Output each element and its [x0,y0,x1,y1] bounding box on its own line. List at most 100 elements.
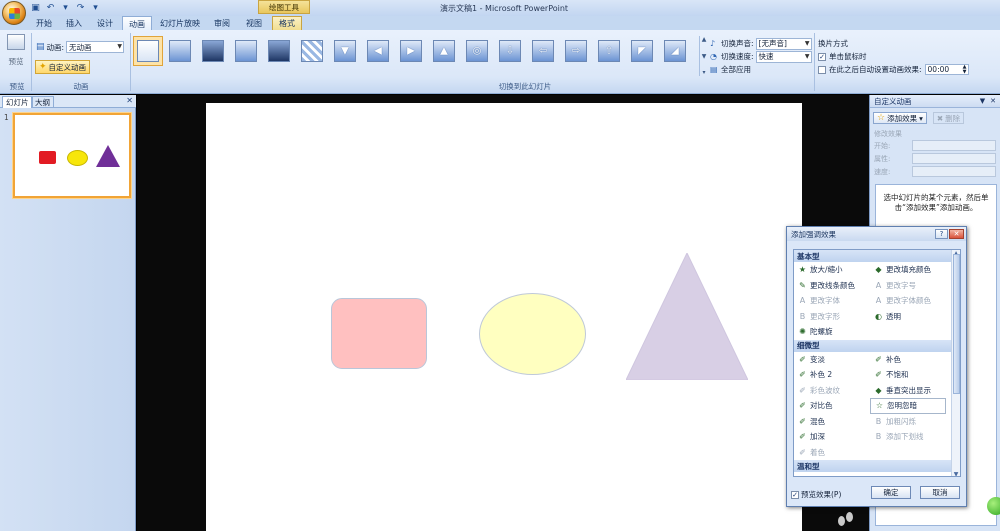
effect-item[interactable]: ✐ 变淡 [794,352,870,368]
close-icon[interactable]: ✕ [949,229,964,239]
effect-item[interactable]: ✐ 不饱和 [870,367,946,383]
effect-item[interactable]: ◆ 垂直突出显示 [870,383,946,399]
close-icon[interactable]: ✕ [126,96,133,105]
triangle-shape[interactable] [626,253,748,380]
transition-cut-black-thumb[interactable] [264,36,294,66]
transition-wipe-left-thumb[interactable]: ◀ [363,36,393,66]
effect-item[interactable]: ✐ 加深 [794,429,870,445]
tab-view[interactable]: 视图 [242,16,266,30]
transition-wipe-down-thumb[interactable]: ▼ [330,36,360,66]
tab-insert[interactable]: 插入 [62,16,86,30]
effect-item[interactable]: ★ 放大/缩小 [794,262,870,278]
help-icon[interactable]: ? [935,229,948,239]
transition-fade-thumb[interactable] [165,36,195,66]
animation-select[interactable]: 无动画 ▼ [66,41,125,53]
transition-push-up-thumb[interactable]: ⇧ [594,36,624,66]
customize-qat-icon[interactable]: ▾ [90,2,101,13]
spin-icon[interactable]: ▲ ▼ [963,65,967,75]
effect-icon: ✎ [799,280,806,290]
apply-all-button[interactable]: ▤ 全部应用 [710,63,812,76]
slide-canvas[interactable] [206,103,802,531]
sound-select[interactable]: [无声音] ▼ [755,37,812,50]
scroll-down-icon[interactable]: ▼ [954,471,959,476]
tab-review[interactable]: 审阅 [210,16,234,30]
on-click-option[interactable]: ✓ 单击鼠标时 [818,50,969,63]
ellipse-shape[interactable] [479,293,586,375]
time-input[interactable]: 00:00 ▲ ▼ [924,64,969,75]
tab-animations[interactable]: 动画 [122,16,152,31]
transition-fade-black-thumb[interactable] [198,36,228,66]
qat-dropdown-icon[interactable]: ▾ [60,2,71,13]
undo-icon[interactable]: ↶ [45,2,56,13]
title-bar: ▣ ↶ ▾ ↷ ▾ 绘图工具 演示文稿1 - Microsoft PowerPo… [0,0,1000,25]
transition-wipe-up-thumb[interactable]: ▲ [429,36,459,66]
rounded-rectangle-shape[interactable] [331,298,427,369]
scroll-up-icon[interactable]: ▲ [702,36,707,43]
effect-label: 更改填充颜色 [886,265,931,275]
transition-push-right-thumb[interactable]: ⇨ [561,36,591,66]
gallery-more-icon[interactable]: ▾ [702,69,705,76]
paw-watermark [838,512,858,531]
effect-item[interactable]: ✐ 彩色波纹 [794,383,870,399]
transition-push-left-thumb[interactable]: ⇦ [528,36,558,66]
preview-button[interactable]: 预览 [4,34,28,76]
transition-wipe-right-thumb[interactable]: ▶ [396,36,426,66]
add-effect-button[interactable]: ☆ 添加效果 ▾ [873,112,927,124]
tab-slides[interactable]: 幻灯片 [2,96,33,108]
slide-thumbnail[interactable] [13,113,131,198]
start-select[interactable] [912,140,996,151]
effect-item[interactable]: ☆ 忽明忽暗 [870,398,946,414]
tab-outline[interactable]: 大纲 [31,96,54,108]
auto-after-checkbox[interactable] [818,65,826,74]
effect-icon: ✐ [799,401,806,411]
gallery-scroll[interactable]: ▲ ▼ ▾ [699,36,708,76]
effect-item[interactable]: A 更改字体颜色 [870,293,946,309]
transition-cover-thumb[interactable]: ◤ [627,36,657,66]
transition-dissolve-thumb[interactable] [297,36,327,66]
transition-cut-thumb[interactable] [231,36,261,66]
scroll-down-icon[interactable]: ▼ [702,53,707,60]
effect-item[interactable]: ✐ 补色 [870,352,946,368]
speed-select-pane[interactable] [912,166,996,177]
close-icon[interactable]: ✕ [990,97,996,105]
office-button[interactable] [2,1,26,25]
effect-item[interactable]: ✐ 补色 2 [794,367,870,383]
transition-push-down-thumb[interactable]: ⇩ [495,36,525,66]
slides-pane-tabs: 幻灯片 大纲 ✕ [0,95,136,108]
effect-item[interactable]: A 更改字号 [870,278,946,294]
remove-button[interactable]: ✖ 删除 [932,112,965,124]
floating-green-button[interactable] [987,497,1000,515]
effect-item[interactable]: A 更改字体 [794,293,870,309]
ok-button[interactable]: 确定 [871,486,911,499]
on-click-checkbox[interactable]: ✓ [818,52,826,61]
effects-list[interactable]: 基本型 ★ 放大/缩小 ◆ 更改填充颜色 ✎ 更改线条颜色 A 更改字号 A 更改字体 A 更改字体颜色… [793,249,961,477]
save-icon[interactable]: ▣ [30,2,41,13]
tab-home[interactable]: 开始 [32,16,56,30]
effect-item[interactable]: B 更改字形 [794,309,870,325]
tab-slideshow[interactable]: 幻灯片放映 [158,16,202,30]
effect-item[interactable]: ◆ 更改填充颜色 [870,262,946,278]
transition-none-thumb[interactable] [133,36,163,66]
custom-animation-button[interactable]: ✦ 自定义动画 [35,60,91,74]
effect-item[interactable]: ✺ 陀螺旋 [794,324,870,340]
effect-item[interactable]: ◐ 透明 [870,309,946,325]
transition-cover-right-thumb[interactable]: ◢ [660,36,690,66]
effect-item[interactable]: B 加粗闪烁 [870,414,946,430]
auto-after-option[interactable]: 在此之后自动设置动画效果: 00:00 ▲ ▼ [818,63,969,76]
scroll-thumb[interactable] [952,254,960,394]
effect-item[interactable]: ✐ 对比色 [794,398,870,414]
transition-wheel-thumb[interactable]: ◎ [462,36,492,66]
effect-item[interactable]: ✐ 混色 [794,414,870,430]
property-select[interactable] [912,153,996,164]
effect-item[interactable]: ✐ 着色 [794,445,870,461]
speed-select[interactable]: 快速 ▼ [755,50,812,63]
redo-icon[interactable]: ↷ [75,2,86,13]
tab-design[interactable]: 设计 [93,16,117,30]
cancel-button[interactable]: 取消 [920,486,960,499]
effect-item[interactable]: ✎ 更改线条颜色 [794,278,870,294]
effects-scrollbar[interactable]: ▲ ▼ [951,250,960,476]
effect-item[interactable]: B 添加下划线 [870,429,946,445]
pane-menu-icon[interactable]: ▼ [980,97,985,105]
tab-format[interactable]: 格式 [272,16,302,30]
preview-effect-checkbox[interactable]: ✓ [791,490,799,499]
